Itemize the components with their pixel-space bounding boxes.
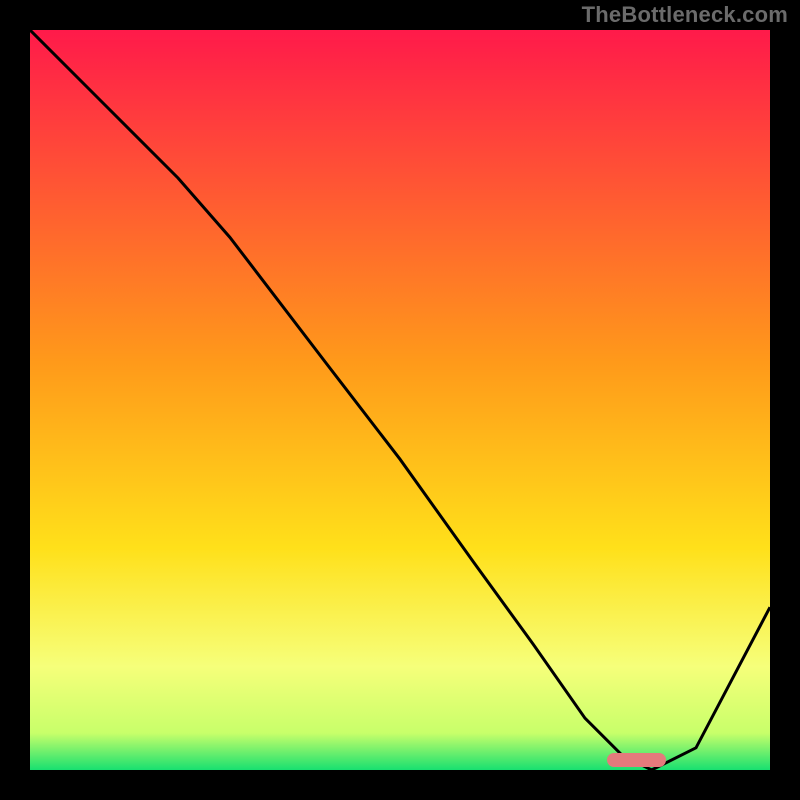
optimal-marker <box>607 753 666 767</box>
chart-plot-area <box>30 30 770 770</box>
watermark-label: TheBottleneck.com <box>582 2 788 28</box>
chart-stage: TheBottleneck.com <box>0 0 800 800</box>
chart-svg <box>30 30 770 770</box>
